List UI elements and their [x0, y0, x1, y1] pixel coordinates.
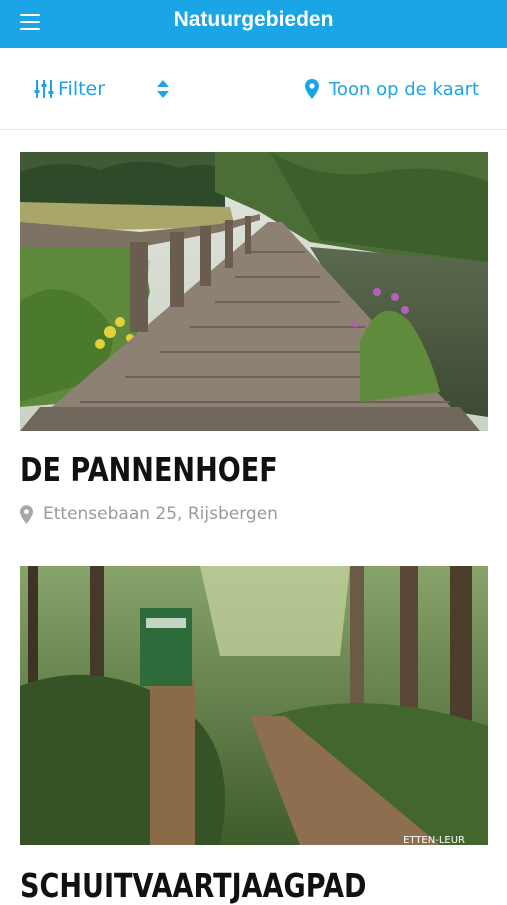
sliders-icon — [34, 80, 54, 98]
address-text: Ettensebaan 25, Rijsbergen — [43, 504, 278, 524]
toolbar: Filter Toon op de kaart — [0, 48, 507, 130]
sort-button[interactable] — [154, 78, 172, 100]
filter-button[interactable]: Filter — [34, 76, 105, 102]
map-pin-icon — [305, 79, 319, 99]
map-pin-icon — [20, 504, 33, 524]
sort-updown-icon — [157, 80, 169, 98]
page-title: Natuurgebieden — [173, 8, 334, 31]
place-title: SCHUITVAARTJAAGPAD — [20, 866, 367, 905]
place-card[interactable]: ETTEN-LEUR SCHUITVAARTJAAGPAD — [20, 566, 488, 905]
forest-path-photo: ETTEN-LEUR — [20, 566, 488, 845]
filter-label: Filter — [58, 78, 106, 100]
place-title: DE PANNENHOEF — [20, 450, 278, 489]
map-label: Toon op de kaart — [329, 78, 480, 100]
place-address: Ettensebaan 25, Rijsbergen — [20, 504, 278, 524]
photo-credit: ETTEN-LEUR — [403, 835, 465, 845]
app-header: Natuurgebieden — [0, 0, 507, 48]
show-on-map-button[interactable]: Toon op de kaart — [305, 76, 479, 102]
place-card[interactable]: DE PANNENHOEF Ettensebaan 25, Rijsbergen — [20, 152, 488, 532]
wooden-boardwalk-photo — [20, 152, 488, 431]
